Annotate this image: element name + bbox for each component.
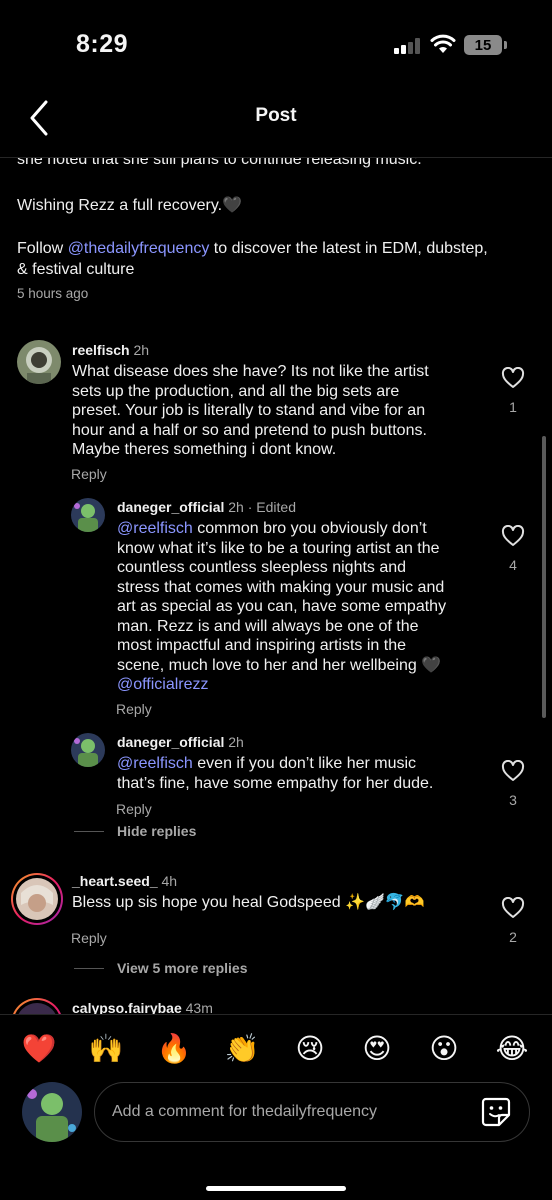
like-count: 1 [509,399,517,415]
username-text[interactable]: daneger_official [117,499,224,515]
post-header: Post [0,90,552,158]
like-heart-icon[interactable] [501,367,525,389]
sticker-icon[interactable] [480,1096,512,1128]
comment-time: 43m [185,1000,213,1014]
scrollbar[interactable] [542,436,546,718]
thread-divider [74,968,104,969]
mention-link[interactable]: @reelfisch [117,520,193,537]
post-timestamp: 5 hours ago [17,286,89,301]
mention-link[interactable]: @thedailyfrequency [68,240,210,257]
comment-line: stress that comes with making your music… [117,578,445,596]
emoji-crying-button[interactable]: 😢 [292,1031,328,1067]
like-heart-icon[interactable] [501,525,525,547]
caption-follow-suffix: to discover the latest in EDM, dubstep, [209,240,488,257]
comment-line-rest: common bro you obviously don’t [192,520,427,537]
comment-line: Maybe theres something i dont know. [72,441,337,458]
hide-replies-button[interactable]: Hide replies [117,823,196,839]
username-text[interactable]: _heart.seed_ [72,873,158,889]
comment-line-rest: even if you don’t like her music [192,755,417,772]
username-text[interactable]: calypso.fairybae [72,1000,182,1014]
comment-time: 2h [133,342,150,358]
avatar[interactable] [71,498,105,532]
like-count: 4 [509,557,517,573]
reply-button[interactable]: Reply [116,801,152,817]
comment-line: that’s fine, have some empathy for her d… [117,774,434,792]
caption-follow-line2: & festival culture [17,261,135,278]
comment-line: @reelfisch even if you don’t like her mu… [117,754,497,774]
emoji-red-heart-button[interactable]: ❤️ [21,1031,57,1067]
comment-line: most impactful and inspiring artists in … [117,637,407,654]
mention-link[interactable]: @reelfisch [117,755,193,772]
battery-level: 15 [474,36,492,54]
emoji-surprised-button[interactable]: 😮 [426,1031,462,1067]
comment-username[interactable]: daneger_official 2h [117,734,244,750]
caption-cut-line: she noted that she still plans to contin… [17,158,422,168]
comment-time: 4h [161,873,178,889]
reply-button[interactable]: Reply [71,466,107,482]
battery-tip [504,41,507,49]
wifi-icon [430,34,456,53]
comment-line: preset. Your job is literally to stand a… [72,402,426,419]
reply-button[interactable]: Reply [116,701,152,717]
emoji-fire-button[interactable]: 🔥 [156,1031,192,1067]
emoji-quick-bar: ❤️ 🙌 🔥 👏 😢 😍 😮 😂 [0,1014,552,1080]
comment-username[interactable]: calypso.fairybae 43m [72,1000,213,1014]
like-count: 3 [509,792,517,808]
comment-line: @reelfisch common bro you obviously don’… [117,519,497,539]
emoji-heart-eyes-button[interactable]: 😍 [359,1031,395,1067]
avatar-story-ring[interactable] [11,998,63,1014]
comment-line: know what it’s like to be a touring arti… [117,539,440,557]
comment-line: What disease does she have? Its not like… [72,363,429,380]
avatar[interactable] [71,733,105,767]
comment-line: countless countless sleepless nights and [117,559,407,576]
battery-icon: 15 [464,35,502,55]
view-more-replies-button[interactable]: View 5 more replies [117,960,247,976]
comment-time: 2h · Edited [228,499,296,515]
comment-body: @reelfisch even if you don’t like her mu… [117,754,497,793]
cellular-signal-icon [394,38,424,54]
avatar-story-ring[interactable] [11,873,63,925]
comment-username[interactable]: reelfisch 2h [72,342,149,358]
caption-follow: Follow @thedailyfrequency to discover th… [17,238,537,280]
comment-body: What disease does she have? Its not like… [72,362,492,460]
caption-wish: Wishing Rezz a full recovery.🖤 [17,197,243,214]
page-title: Post [255,105,297,126]
comment-composer [0,1080,552,1200]
like-count: 2 [509,929,517,945]
mention-link[interactable]: @officialrezz [117,675,497,695]
comment-input[interactable] [94,1082,530,1142]
comment-body: @reelfisch common bro you obviously don’… [117,519,497,695]
user-avatar[interactable] [22,1082,82,1142]
comment-username[interactable]: daneger_official 2h · Edited [117,499,296,515]
comments-scroll-area[interactable]: she noted that she still plans to contin… [0,158,552,1014]
emoji-clapping-button[interactable]: 👏 [224,1031,260,1067]
caption-follow-prefix: Follow [17,240,68,257]
comment-line: hour and a half or so and pretend to pus… [72,421,427,439]
status-time: 8:29 [76,30,129,58]
comment-line: Bless up sis hope you heal Godspeed ✨🪽🐬🫶 [72,894,425,911]
avatar[interactable] [17,340,61,384]
comment-line: scene, much love to her and her wellbein… [117,656,442,674]
emoji-raised-hands-button[interactable]: 🙌 [88,1031,124,1067]
like-heart-icon[interactable] [501,897,525,919]
comment-body: Bless up sis hope you heal Godspeed ✨🪽🐬🫶 [72,893,492,913]
comment-line: man. Rezz is and will always be one of t… [117,617,419,635]
comment-line: art as special as you can, have some emp… [117,598,447,615]
username-text[interactable]: reelfisch [72,342,130,358]
home-indicator [206,1186,346,1191]
comment-time: 2h [228,734,244,750]
comment-line: sets up the production, and all the big … [72,382,400,400]
comment-username[interactable]: _heart.seed_ 4h [72,873,177,889]
status-bar: 8:29 15 [0,0,552,90]
like-heart-icon[interactable] [501,760,525,782]
username-text[interactable]: daneger_official [117,734,224,750]
reply-button[interactable]: Reply [71,930,107,946]
thread-divider [74,831,104,832]
emoji-laughing-button[interactable]: 😂 [494,1031,530,1067]
